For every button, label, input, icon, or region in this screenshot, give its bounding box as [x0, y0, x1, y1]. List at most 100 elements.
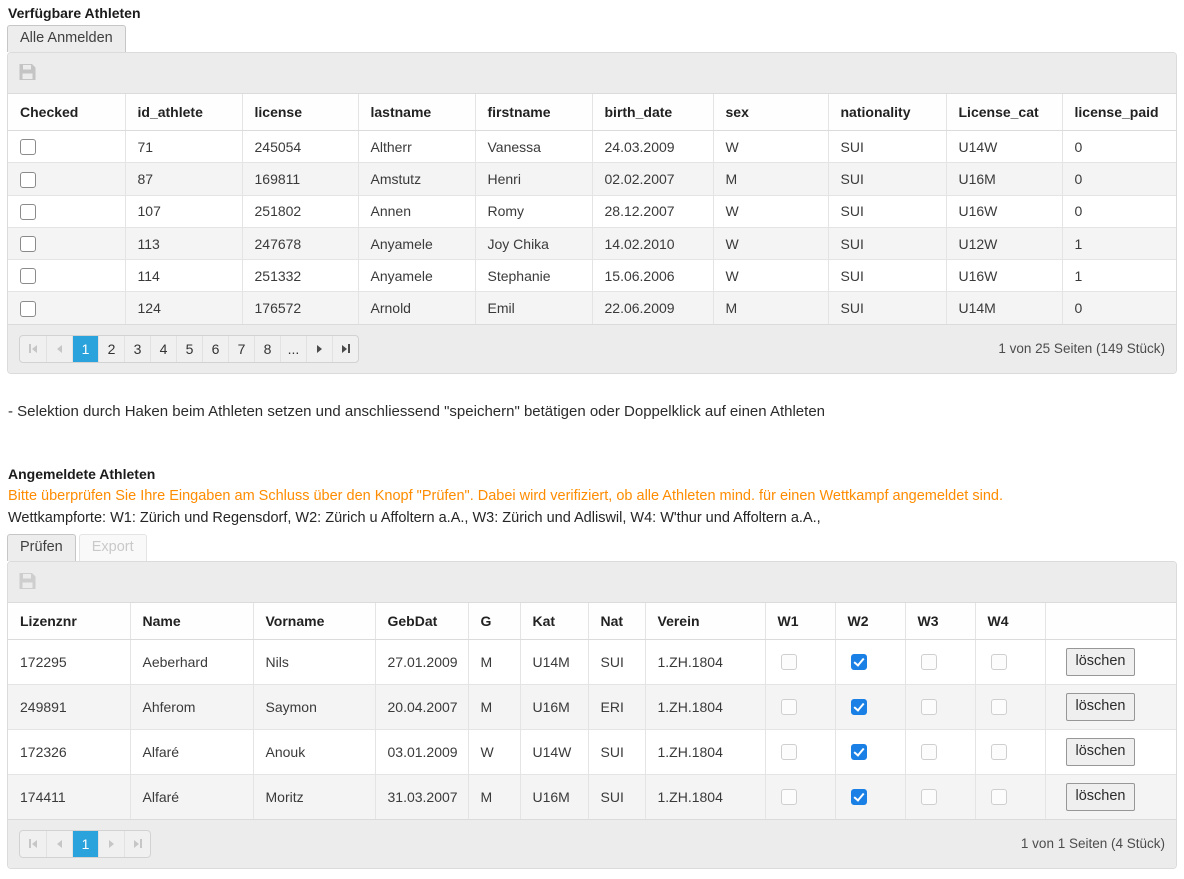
available-header-row: Checkedid_athletelicenselastnamefirstnam… [8, 94, 1176, 131]
cell: 14.02.2010 [592, 227, 713, 259]
select-athlete-checkbox[interactable] [20, 139, 36, 155]
table-row[interactable]: 172326AlfaréAnouk03.01.2009WU14WSUI1.ZH.… [8, 729, 1176, 774]
w2-checkbox[interactable] [851, 744, 867, 760]
cell: Joy Chika [475, 227, 592, 259]
cell: M [468, 684, 520, 729]
delete-button[interactable]: löschen [1066, 693, 1136, 721]
available-more-pages-button[interactable]: ... [280, 336, 306, 362]
column-header: id_athlete [125, 94, 242, 131]
cell: U16M [520, 684, 588, 729]
registered-page-button[interactable]: 1 [72, 831, 98, 857]
save-icon [19, 573, 36, 589]
table-row[interactable]: 249891AhferomSaymon20.04.2007MU16MERI1.Z… [8, 684, 1176, 729]
w1-checkbox[interactable] [781, 654, 797, 670]
available-table: Checkedid_athletelicenselastnamefirstnam… [8, 94, 1176, 324]
cell: 1.ZH.1804 [645, 774, 765, 819]
save-icon[interactable] [19, 64, 36, 80]
delete-button[interactable]: löschen [1066, 738, 1136, 766]
cell: 176572 [242, 292, 358, 324]
registered-table: LizenznrNameVornameGebDatGKatNatVereinW1… [8, 603, 1176, 819]
available-page-button[interactable]: 1 [72, 336, 98, 362]
delete-button[interactable]: löschen [1066, 648, 1136, 676]
available-button-row: Alle Anmelden [7, 25, 1177, 52]
w4-cell [975, 639, 1045, 684]
cell: U16M [520, 774, 588, 819]
table-row[interactable]: 172295AeberhardNils27.01.2009MU14MSUI1.Z… [8, 639, 1176, 684]
registered-grid: LizenznrNameVornameGebDatGKatNatVereinW1… [7, 561, 1177, 869]
table-row[interactable]: 71245054AltherrVanessa24.03.2009WSUIU14W… [8, 131, 1176, 163]
cell: 87 [125, 163, 242, 195]
cell: Arnold [358, 292, 475, 324]
action-cell: löschen [1045, 774, 1176, 819]
w3-checkbox[interactable] [921, 744, 937, 760]
cell: SUI [828, 292, 946, 324]
w2-checkbox[interactable] [851, 699, 867, 715]
select-athlete-checkbox[interactable] [20, 236, 36, 252]
w4-checkbox[interactable] [991, 654, 1007, 670]
next-icon [317, 345, 322, 353]
cell: W [713, 227, 828, 259]
cell: SUI [828, 163, 946, 195]
cell: U14W [946, 131, 1062, 163]
registered-pager-buttons: 1 [19, 830, 151, 858]
register-all-button[interactable]: Alle Anmelden [7, 25, 126, 52]
w4-cell [975, 684, 1045, 729]
cell: Alfaré [130, 774, 253, 819]
table-row[interactable]: 107251802AnnenRomy28.12.2007WSUIU16W0 [8, 195, 1176, 227]
available-last-page-button[interactable] [332, 336, 358, 362]
available-pager-status: 1 von 25 Seiten (149 Stück) [998, 341, 1165, 356]
select-athlete-checkbox[interactable] [20, 301, 36, 317]
available-next-page-button[interactable] [306, 336, 332, 362]
checked-cell [8, 227, 125, 259]
w3-checkbox[interactable] [921, 789, 937, 805]
registered-next-page-button [98, 831, 124, 857]
select-athlete-checkbox[interactable] [20, 268, 36, 284]
table-row[interactable]: 124176572ArnoldEmil22.06.2009MSUIU14M0 [8, 292, 1176, 324]
available-grid: Checkedid_athletelicenselastnamefirstnam… [7, 52, 1177, 374]
w2-checkbox[interactable] [851, 654, 867, 670]
available-page-button[interactable]: 7 [228, 336, 254, 362]
select-athlete-checkbox[interactable] [20, 172, 36, 188]
table-row[interactable]: 113247678AnyameleJoy Chika14.02.2010WSUI… [8, 227, 1176, 259]
w4-checkbox[interactable] [991, 744, 1007, 760]
w3-checkbox[interactable] [921, 654, 937, 670]
available-page-button[interactable]: 3 [124, 336, 150, 362]
available-page-button[interactable]: 6 [202, 336, 228, 362]
w4-checkbox[interactable] [991, 699, 1007, 715]
available-first-page-button [20, 336, 46, 362]
registered-last-page-button [124, 831, 150, 857]
checked-cell [8, 131, 125, 163]
cell: U12W [946, 227, 1062, 259]
w4-checkbox[interactable] [991, 789, 1007, 805]
cell: Anyamele [358, 227, 475, 259]
available-page-button[interactable]: 2 [98, 336, 124, 362]
table-row[interactable]: 114251332AnyameleStephanie15.06.2006WSUI… [8, 260, 1176, 292]
w1-checkbox[interactable] [781, 699, 797, 715]
available-page-button[interactable]: 4 [150, 336, 176, 362]
action-cell: löschen [1045, 639, 1176, 684]
first-icon [29, 839, 37, 848]
delete-button[interactable]: löschen [1066, 783, 1136, 811]
last-icon [342, 344, 350, 353]
w1-checkbox[interactable] [781, 789, 797, 805]
table-row[interactable]: 87169811AmstutzHenri02.02.2007MSUIU16M0 [8, 163, 1176, 195]
w2-checkbox[interactable] [851, 789, 867, 805]
cell: 0 [1062, 131, 1176, 163]
cell: 27.01.2009 [375, 639, 468, 684]
select-athlete-checkbox[interactable] [20, 204, 36, 220]
w3-cell [905, 639, 975, 684]
check-button[interactable]: Prüfen [7, 534, 76, 561]
w1-checkbox[interactable] [781, 744, 797, 760]
cell: M [468, 774, 520, 819]
cell: U14W [520, 729, 588, 774]
cell: Moritz [253, 774, 375, 819]
cell: U16W [946, 260, 1062, 292]
available-page-button[interactable]: 5 [176, 336, 202, 362]
cell: 24.03.2009 [592, 131, 713, 163]
checked-cell [8, 163, 125, 195]
cell: SUI [828, 195, 946, 227]
available-page-button[interactable]: 8 [254, 336, 280, 362]
w2-cell [835, 774, 905, 819]
table-row[interactable]: 174411AlfaréMoritz31.03.2007MU16MSUI1.ZH… [8, 774, 1176, 819]
w3-checkbox[interactable] [921, 699, 937, 715]
